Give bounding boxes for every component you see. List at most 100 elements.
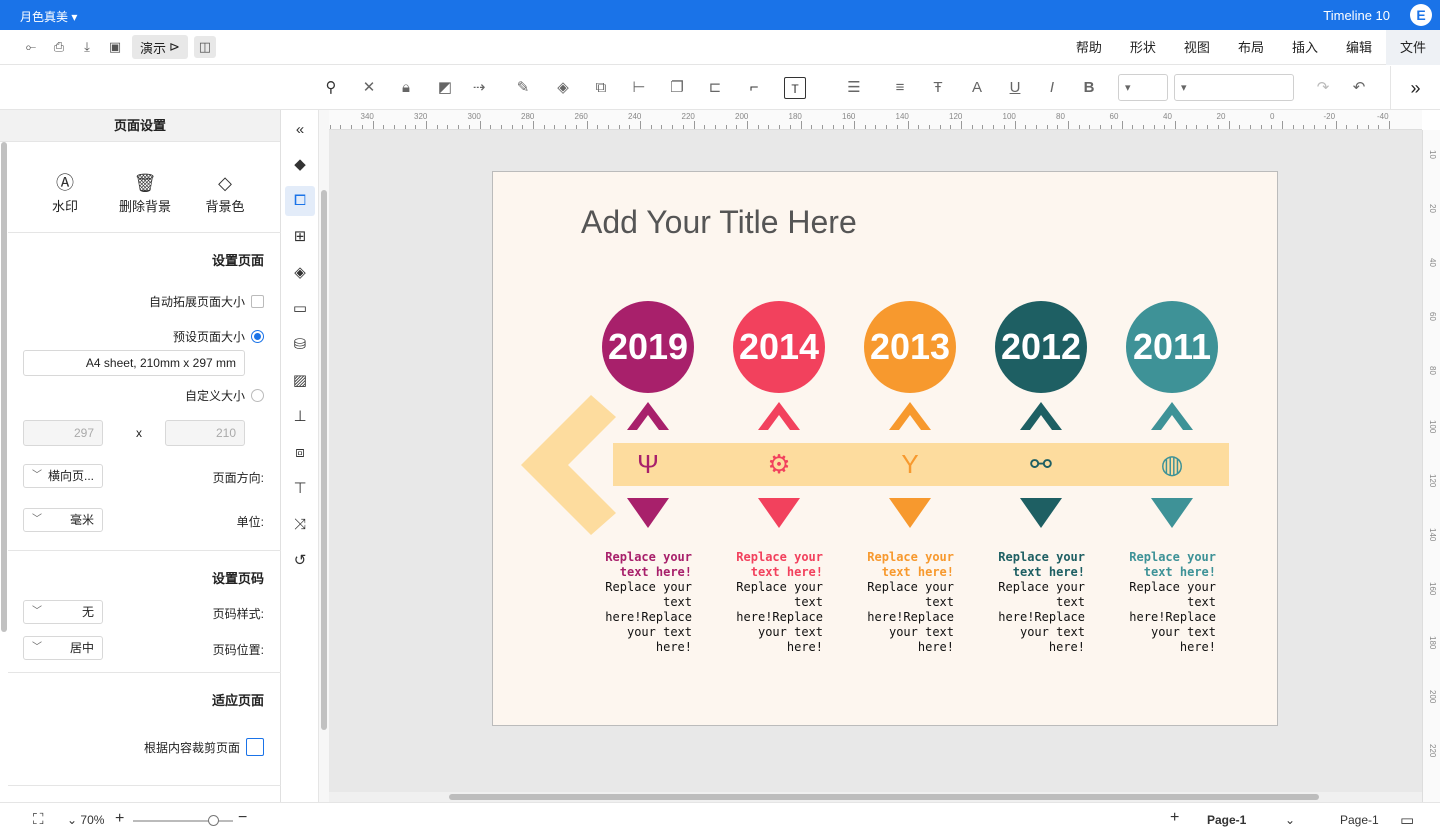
custom-size-radio[interactable] — [251, 389, 264, 402]
data-icon[interactable]: ⛁ — [285, 330, 315, 360]
save-icon[interactable]: ▣ — [104, 36, 126, 58]
milestone-text[interactable]: Replace your text here! Replace your text… — [985, 550, 1085, 655]
fill-icon[interactable]: ◈ — [552, 77, 574, 99]
menu-help[interactable]: 帮助 — [1062, 30, 1116, 65]
puzzle-icon[interactable]: ⧈ — [285, 438, 315, 468]
chevron-down-icon[interactable] — [627, 498, 669, 530]
arrange-icon[interactable]: ❐ — [666, 77, 688, 99]
align-left-icon[interactable]: ⊢ — [628, 77, 650, 99]
menu-view[interactable]: 视图 — [1170, 30, 1224, 65]
canvas-area[interactable]: Add Your Title Here 2011 ◍ Replace your te… — [329, 130, 1422, 792]
preset-size-radio[interactable] — [251, 330, 264, 343]
font-size-select[interactable]: ▾ — [1118, 74, 1168, 101]
chevron-up-icon[interactable] — [1020, 400, 1062, 432]
page-selector[interactable]: Page-1 — [1340, 813, 1379, 827]
milestone-text[interactable]: Replace your text here! Replace your text… — [592, 550, 692, 655]
shadow-icon[interactable]: ◩ — [434, 77, 456, 99]
redo-icon[interactable]: ↷ — [1312, 77, 1334, 99]
gear-icon[interactable]: ⚙ — [761, 446, 797, 482]
height-input[interactable]: 297 — [23, 420, 103, 446]
chevron-down-icon[interactable] — [889, 498, 931, 530]
scroll-thumb[interactable] — [449, 794, 1319, 800]
presentation-icon[interactable]: ▭ — [285, 294, 315, 324]
chevron-down-icon[interactable] — [1020, 498, 1062, 530]
panel-scrollbar[interactable] — [0, 142, 8, 632]
line-color-icon[interactable]: ✎ — [512, 77, 534, 99]
page-setup-icon[interactable]: ⧠ — [285, 186, 315, 216]
chevron-down-icon[interactable] — [1151, 498, 1193, 530]
chevron-up-icon[interactable] — [758, 400, 800, 432]
diagram-title[interactable]: Add Your Title Here — [581, 204, 857, 241]
orientation-select[interactable]: 横向页... ﹀ — [23, 464, 103, 488]
preset-size-select[interactable]: A4 sheet, 210mm x 297 mm — [23, 350, 245, 376]
year-circle[interactable]: 2019 — [602, 301, 694, 393]
year-circle[interactable]: 2012 — [995, 301, 1087, 393]
chevron-up-icon[interactable] — [627, 400, 669, 432]
format-icon[interactable]: ⊤ — [285, 474, 315, 504]
zoom-out-icon[interactable]: − — [238, 809, 247, 827]
search-icon[interactable]: ⚲ — [320, 77, 342, 99]
crop-to-content-button[interactable]: 根据内容裁剪页面 — [144, 738, 264, 756]
chevron-up-icon[interactable] — [889, 400, 931, 432]
lock-icon[interactable]: 🔒︎ — [395, 77, 417, 99]
grid-icon[interactable]: ⊞ — [285, 222, 315, 252]
page-view-icon[interactable]: ▭ — [1400, 811, 1414, 829]
menu-file[interactable]: 文件 — [1385, 30, 1440, 65]
menu-insert[interactable]: 插入 — [1278, 30, 1332, 65]
font-family-select[interactable]: ▾ — [1174, 74, 1294, 101]
connector-icon[interactable]: ⌐ — [743, 77, 765, 99]
undo-icon[interactable]: ↶ — [1348, 77, 1370, 99]
auto-extend-option[interactable]: 自动拓展页面大小 — [149, 293, 264, 310]
scroll-thumb[interactable] — [1, 142, 7, 632]
layers-icon[interactable]: ◈ — [285, 258, 315, 288]
print-icon[interactable]: ⎙ — [48, 36, 70, 58]
shuffle-icon[interactable]: ⤨ — [285, 510, 315, 540]
group-icon[interactable]: ⧉ — [590, 77, 612, 99]
bg-color-button[interactable]: ◇ 背景色 — [190, 170, 260, 215]
page-number-style-select[interactable]: 无 ﹀ — [23, 600, 103, 624]
arrow-head[interactable] — [521, 395, 621, 535]
chevron-down-icon[interactable] — [758, 498, 800, 530]
zoom-slider-handle[interactable] — [208, 815, 219, 826]
page-tab[interactable]: Page-1 — [1207, 813, 1246, 827]
canvas-vertical-scrollbar[interactable] — [319, 110, 329, 802]
collapse-left-icon[interactable]: « — [285, 115, 315, 145]
unit-select[interactable]: 毫米 ﹀ — [23, 508, 103, 532]
preset-size-option[interactable]: 预设页面大小 — [173, 328, 264, 345]
text-box-icon[interactable]: T — [784, 77, 806, 99]
cyclist-icon[interactable]: ⚯ — [1023, 446, 1059, 482]
font-color-icon[interactable]: A — [966, 77, 988, 99]
fit-screen-icon[interactable]: ⛶ — [33, 811, 44, 828]
menu-layout[interactable]: 布局 — [1224, 30, 1278, 65]
image-icon[interactable]: ▨ — [285, 366, 315, 396]
year-circle[interactable]: 2013 — [864, 301, 956, 393]
download-icon[interactable]: ⤓ — [76, 36, 98, 58]
zoom-in-icon[interactable]: + — [115, 810, 124, 828]
canvas-horizontal-scrollbar[interactable] — [329, 792, 1422, 802]
tools-icon[interactable]: ✕ — [358, 77, 380, 99]
menu-shape[interactable]: 形状 — [1116, 30, 1170, 65]
page-list-icon[interactable]: ⌄ — [1285, 813, 1295, 827]
position-icon[interactable]: ⊏ — [704, 77, 726, 99]
custom-size-option[interactable]: 自定义大小 — [185, 387, 264, 404]
text-style-icon[interactable]: Ŧ — [927, 77, 949, 99]
org-chart-icon[interactable]: ⊥ — [285, 402, 315, 432]
width-input[interactable]: 210 — [165, 420, 245, 446]
year-circle[interactable]: 2011 — [1126, 301, 1218, 393]
trophy-icon[interactable]: Y — [892, 446, 928, 482]
basketball-icon[interactable]: ◍ — [1154, 446, 1190, 482]
theme-selector[interactable]: 月色真美 ▾ — [20, 8, 77, 25]
share-icon[interactable]: ⟜ — [20, 36, 42, 58]
milestone-text[interactable]: Replace your text here! Replace your text… — [723, 550, 823, 655]
screen-icon[interactable]: ◫ — [193, 36, 216, 58]
add-page-icon[interactable]: + — [1170, 809, 1179, 827]
align-icon[interactable]: ≡ — [889, 77, 911, 99]
scroll-thumb[interactable] — [321, 190, 327, 730]
underline-icon[interactable]: U — [1004, 77, 1026, 99]
fill-style-icon[interactable]: ◆ — [285, 150, 315, 180]
diagram-page[interactable]: Add Your Title Here 2011 ◍ Replace your te… — [492, 171, 1278, 726]
bold-icon[interactable]: B — [1078, 77, 1100, 99]
line-spacing-icon[interactable]: ☰ — [843, 77, 865, 99]
delete-bg-button[interactable]: 🗑︎ 删除背景 — [110, 170, 180, 215]
chevron-up-icon[interactable] — [1151, 400, 1193, 432]
